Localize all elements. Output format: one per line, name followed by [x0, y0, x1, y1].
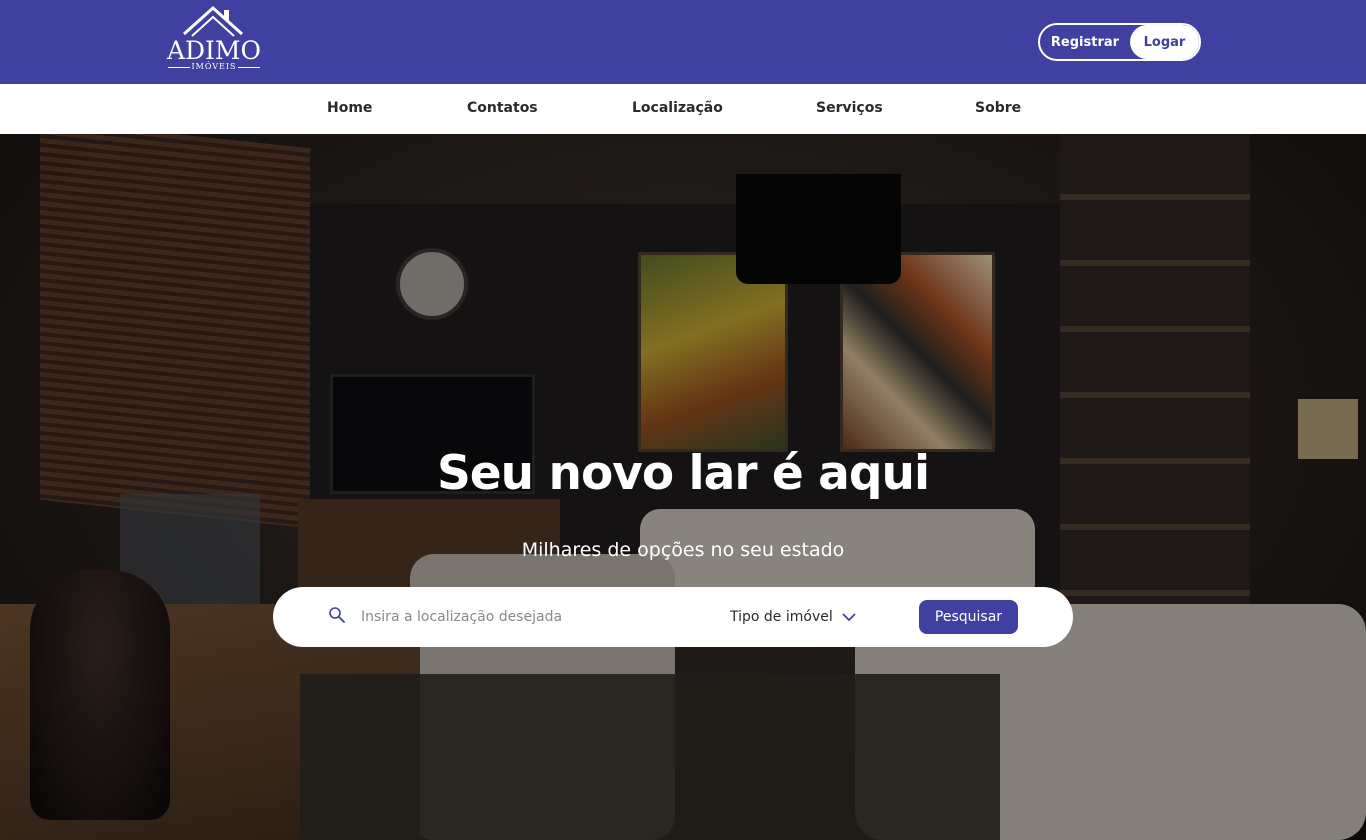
search-button[interactable]: Pesquisar [919, 600, 1018, 634]
nav-item-servicos[interactable]: Serviços [816, 100, 883, 116]
nav-item-home[interactable]: Home [327, 100, 372, 116]
logo[interactable]: ADIMO IMÓVEIS [160, 4, 268, 74]
location-search-input[interactable] [361, 605, 681, 629]
property-type-select[interactable]: Tipo de imóvel [730, 607, 857, 627]
search-icon[interactable] [328, 606, 346, 624]
register-button[interactable]: Registrar [1040, 25, 1130, 59]
hero-title: Seu novo lar é aqui [436, 446, 930, 501]
nav-item-sobre[interactable]: Sobre [975, 100, 1021, 116]
login-button[interactable]: Logar [1130, 25, 1199, 59]
property-type-label: Tipo de imóvel [730, 609, 833, 625]
search-bar: Tipo de imóvel Pesquisar [273, 587, 1073, 647]
logo-name: ADIMO [166, 36, 262, 65]
hero-banner: Seu novo lar é aqui Milhares de opções n… [0, 134, 1366, 840]
house-roof-icon [182, 5, 244, 37]
main-nav: Home Contatos Localização Serviços Sobre [0, 84, 1366, 134]
logo-subtitle: IMÓVEIS [164, 62, 264, 72]
top-header: ADIMO IMÓVEIS Registrar Logar [0, 0, 1366, 84]
nav-item-localizacao[interactable]: Localização [632, 100, 723, 116]
nav-item-contatos[interactable]: Contatos [467, 100, 538, 116]
auth-toggle: Registrar Logar [1038, 23, 1201, 61]
chevron-down-icon [842, 613, 856, 622]
hero-subtitle: Milhares de opções no seu estado [521, 539, 845, 561]
